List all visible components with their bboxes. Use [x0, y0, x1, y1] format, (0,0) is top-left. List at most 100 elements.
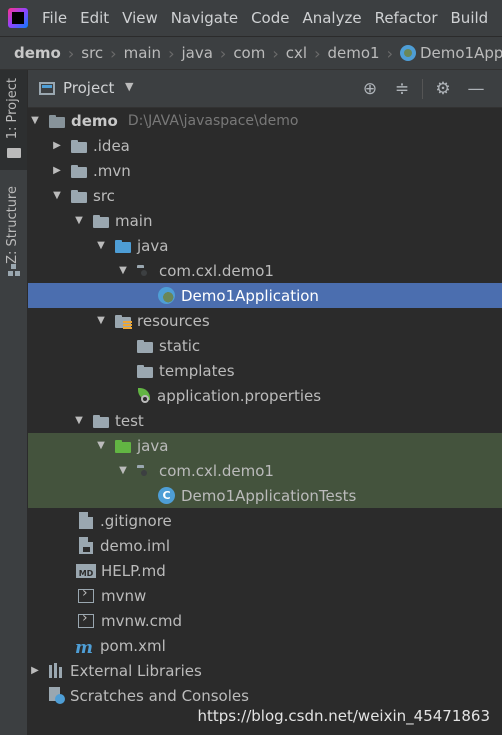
tree-item-label: src: [93, 186, 115, 205]
expand-arrow-icon[interactable]: ▼: [94, 315, 108, 326]
breadcrumb-src[interactable]: src: [81, 44, 103, 62]
file-icon: [79, 512, 93, 529]
menu-refactor[interactable]: Refactor: [375, 9, 438, 27]
structure-tool-tab[interactable]: Z: Structure: [0, 180, 27, 280]
tree-row-demo[interactable]: ▼ demo D:\JAVA\javaspace\demo: [28, 108, 502, 133]
expand-arrow-icon[interactable]: ▼: [116, 465, 130, 476]
tree-row-test-java[interactable]: ▼ java: [28, 433, 502, 458]
spring-properties-icon: [136, 387, 153, 404]
tree-row-external-libraries[interactable]: ▶ External Libraries: [28, 658, 502, 683]
breadcrumb-separator-icon: ›: [110, 43, 117, 63]
spring-boot-class-icon: [399, 45, 416, 61]
menu-edit[interactable]: Edit: [80, 9, 109, 27]
menu-build[interactable]: Build: [451, 9, 489, 27]
tree-row-resources[interactable]: ▼ resources: [28, 308, 502, 333]
tree-row-demo-iml[interactable]: demo.iml: [28, 533, 502, 558]
resources-folder-icon: [114, 313, 132, 329]
collapse-arrow-icon[interactable]: ▶: [28, 665, 42, 676]
project-tool-tab-label: 1: Project: [5, 78, 20, 140]
tree-row-test-package[interactable]: ▼ com.cxl.demo1: [28, 458, 502, 483]
view-dropdown-icon[interactable]: ▼: [125, 80, 133, 93]
tree-row-application-properties[interactable]: application.properties: [28, 383, 502, 408]
tree-row-mvnw-cmd[interactable]: mvnw.cmd: [28, 608, 502, 633]
tree-item-label: Demo1ApplicationTests: [181, 486, 357, 505]
expand-arrow-icon[interactable]: ▼: [94, 440, 108, 451]
collapse-arrow-icon[interactable]: ▶: [50, 165, 64, 176]
collapse-arrow-icon[interactable]: ▶: [50, 140, 64, 151]
tree-row-scratches[interactable]: Scratches and Consoles: [28, 683, 502, 708]
tree-item-label: test: [115, 411, 144, 430]
breadcrumb-class[interactable]: Demo1Application: [399, 44, 502, 62]
tree-row-mvnw[interactable]: mvnw: [28, 583, 502, 608]
tree-item-label: Demo1Application: [181, 286, 319, 305]
class-icon: C: [158, 487, 175, 504]
tree-row-gitignore[interactable]: .gitignore: [28, 508, 502, 533]
breadcrumb-java[interactable]: java: [181, 44, 212, 62]
intellij-logo-icon[interactable]: [8, 8, 28, 28]
expand-arrow-icon[interactable]: ▼: [28, 115, 42, 126]
tree-row-demo1applicationtests[interactable]: C Demo1ApplicationTests: [28, 483, 502, 508]
structure-icon: [8, 264, 20, 276]
folder-icon: [70, 188, 88, 204]
tree-row-help-md[interactable]: MD HELP.md: [28, 558, 502, 583]
tree-row-idea[interactable]: ▶ .idea: [28, 133, 502, 158]
menu-analyze[interactable]: Analyze: [302, 9, 361, 27]
folder-icon: [70, 163, 88, 179]
locate-icon[interactable]: ⊕: [360, 79, 380, 99]
breadcrumb-main[interactable]: main: [124, 44, 161, 62]
tree-row-java[interactable]: ▼ java: [28, 233, 502, 258]
maven-icon: m: [75, 637, 93, 658]
breadcrumb-separator-icon: ›: [219, 43, 227, 63]
breadcrumb-separator-icon: ›: [272, 43, 279, 63]
expand-arrow-icon[interactable]: ▼: [116, 265, 130, 276]
tree-item-label: Scratches and Consoles: [70, 686, 249, 705]
breadcrumb-demo1[interactable]: demo1: [327, 44, 379, 62]
tree-row-templates[interactable]: templates: [28, 358, 502, 383]
menu-view[interactable]: View: [122, 9, 158, 27]
tool-window-strip: 1: Project Z: Structure: [0, 70, 28, 735]
breadcrumb-demo[interactable]: demo: [14, 44, 61, 62]
folder-icon: [70, 138, 88, 154]
menu-navigate[interactable]: Navigate: [171, 9, 238, 27]
project-tree: ▼ demo D:\JAVA\javaspace\demo ▶ .idea ▶ …: [28, 108, 502, 735]
folder-icon: [7, 148, 21, 158]
expand-arrow-icon[interactable]: ▼: [72, 215, 86, 226]
breadcrumb: demo › src › main › java › com › cxl › d…: [0, 36, 502, 70]
tree-row-static[interactable]: static: [28, 333, 502, 358]
markdown-icon: MD: [76, 563, 96, 578]
tree-row-test[interactable]: ▼ test: [28, 408, 502, 433]
tree-item-label: .mvn: [93, 161, 131, 180]
folder-icon: [92, 213, 110, 229]
tree-row-pom-xml[interactable]: m pom.xml: [28, 633, 502, 658]
breadcrumb-com[interactable]: com: [233, 44, 265, 62]
spring-boot-class-icon: [158, 287, 175, 304]
breadcrumb-class-label: Demo1Application: [419, 44, 502, 62]
tree-item-label: mvnw.cmd: [101, 611, 183, 630]
expand-arrow-icon[interactable]: ▼: [94, 240, 108, 251]
tree-row-demo1application[interactable]: Demo1Application: [28, 283, 502, 308]
tree-row-mvn[interactable]: ▶ .mvn: [28, 158, 502, 183]
folder-icon: [136, 338, 154, 354]
collapse-all-icon[interactable]: ≑: [392, 79, 412, 99]
tree-item-label: mvnw: [101, 586, 147, 605]
source-root-folder-icon: [114, 238, 132, 254]
expand-arrow-icon[interactable]: ▼: [50, 190, 64, 201]
breadcrumb-cxl[interactable]: cxl: [286, 44, 307, 62]
project-tool-tab[interactable]: 1: Project: [0, 70, 27, 170]
expand-arrow-icon[interactable]: ▼: [72, 415, 86, 426]
tree-item-label: java: [137, 436, 169, 455]
tree-item-label: com.cxl.demo1: [159, 461, 274, 480]
tree-row-package[interactable]: ▼ com.cxl.demo1: [28, 258, 502, 283]
settings-icon[interactable]: ⚙: [433, 79, 453, 99]
folder-icon: [136, 363, 154, 379]
menu-code[interactable]: Code: [251, 9, 289, 27]
project-view-title[interactable]: Project: [63, 79, 114, 97]
tree-item-label: .gitignore: [100, 511, 172, 530]
tree-row-src[interactable]: ▼ src: [28, 183, 502, 208]
tree-row-main[interactable]: ▼ main: [28, 208, 502, 233]
menu-file[interactable]: File: [42, 9, 67, 27]
tree-item-label: demo.iml: [100, 536, 170, 555]
shell-script-icon: [78, 585, 94, 603]
tree-item-label: static: [159, 336, 201, 355]
hide-icon[interactable]: —: [466, 79, 486, 99]
